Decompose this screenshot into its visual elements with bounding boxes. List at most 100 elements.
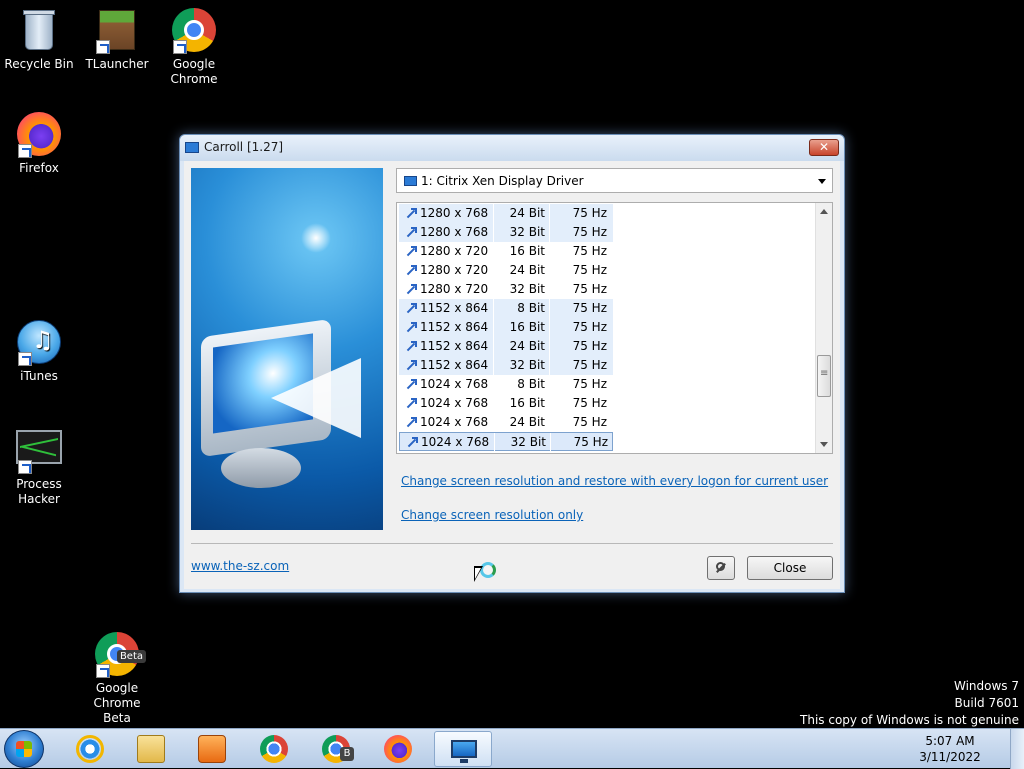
chrome-icon xyxy=(171,8,217,54)
scroll-up-arrow-icon[interactable] xyxy=(820,209,828,214)
desktop-icon-label: Recycle Bin xyxy=(4,57,74,71)
resolution-row[interactable]: 1280 x 720 24 Bit 75 Hz xyxy=(399,261,613,280)
resolution-row[interactable]: 1152 x 864 8 Bit 75 Hz xyxy=(399,299,613,318)
resolution-cell: 1152 x 864 xyxy=(420,339,489,353)
taskbar-media-player[interactable] xyxy=(184,731,240,767)
resize-arrow-icon xyxy=(405,322,417,333)
taskbar: B 5:07 AM 3/11/2022 xyxy=(0,728,1024,769)
bit-depth-cell: 32 Bit xyxy=(510,435,546,449)
desktop-icon-firefox[interactable]: Firefox xyxy=(0,112,78,176)
start-button[interactable] xyxy=(4,730,44,768)
clock-date: 3/11/2022 xyxy=(919,750,981,764)
bit-depth-cell: 24 Bit xyxy=(509,206,545,220)
refresh-rate-cell: 75 Hz xyxy=(572,320,607,334)
chevron-down-icon xyxy=(818,179,826,184)
carroll-window: Carroll [1.27] ✕ 1: Citrix Xen Display D… xyxy=(179,134,845,593)
resolution-row[interactable]: 1024 x 768 16 Bit 75 Hz xyxy=(399,394,613,413)
desktop-icon-recycle-bin[interactable]: Recycle Bin xyxy=(0,8,78,72)
bit-depth-cell: 24 Bit xyxy=(509,263,545,277)
resize-arrow-icon xyxy=(405,284,417,295)
refresh-rate-cell: 75 Hz xyxy=(572,263,607,277)
desktop-icon-google-chrome-beta[interactable]: Beta Google Chrome Beta xyxy=(78,632,156,726)
watermark-line1: Windows 7 xyxy=(953,679,1019,693)
resolution-cell: 1280 x 720 xyxy=(420,263,489,277)
taskbar-internet-explorer[interactable] xyxy=(62,731,118,767)
resolution-row[interactable]: 1024 x 768 32 Bit 75 Hz xyxy=(399,432,613,452)
display-select[interactable]: 1: Citrix Xen Display Driver xyxy=(396,168,833,193)
bit-depth-cell: 16 Bit xyxy=(509,244,545,258)
resolution-row[interactable]: 1152 x 864 24 Bit 75 Hz xyxy=(399,337,613,356)
refresh-rate-cell: 75 Hz xyxy=(572,377,607,391)
change-resolution-restore-link[interactable]: Change screen resolution and restore wit… xyxy=(401,474,828,488)
desktop-icon-label: iTunes xyxy=(20,369,58,383)
desktop-icon-label: TLauncher xyxy=(85,57,149,71)
watermark-line3: This copy of Windows is not genuine xyxy=(800,713,1019,727)
refresh-rate-cell: 75 Hz xyxy=(573,435,608,449)
resolution-row[interactable]: 1280 x 720 32 Bit 75 Hz xyxy=(399,280,613,299)
resize-arrow-icon xyxy=(405,303,417,314)
taskbar-google-chrome[interactable] xyxy=(246,731,302,767)
resolution-cell: 1024 x 768 xyxy=(420,396,489,410)
desktop-icon-itunes[interactable]: ♫ iTunes xyxy=(0,320,78,384)
refresh-rate-cell: 75 Hz xyxy=(572,301,607,315)
resolution-row[interactable]: 1280 x 768 24 Bit 75 Hz xyxy=(399,204,613,223)
tlauncher-icon xyxy=(94,8,140,54)
mouse-pointer-icon xyxy=(474,566,486,584)
desktop-icon-process-hacker[interactable]: Process Hacker xyxy=(0,428,78,507)
resolution-row[interactable]: 1024 x 768 24 Bit 75 Hz xyxy=(399,413,613,432)
resize-arrow-icon xyxy=(405,379,417,390)
resolution-row[interactable]: 1280 x 720 16 Bit 75 Hz xyxy=(399,242,613,261)
resize-arrow-icon xyxy=(405,265,417,276)
desktop-icon-google-chrome[interactable]: Google Chrome xyxy=(155,8,233,87)
taskbar-google-chrome-beta[interactable]: B xyxy=(308,731,364,767)
scroll-down-arrow-icon[interactable] xyxy=(820,442,828,447)
resize-arrow-icon xyxy=(405,227,417,238)
resolution-cell: 1024 x 768 xyxy=(421,435,490,449)
resolution-row[interactable]: 1280 x 768 32 Bit 75 Hz xyxy=(399,223,613,242)
window-close-button[interactable]: ✕ xyxy=(809,139,839,156)
close-button[interactable]: Close xyxy=(747,556,833,580)
taskbar-carroll[interactable] xyxy=(434,731,492,767)
taskbar-windows-explorer[interactable] xyxy=(123,731,179,767)
recycle-bin-icon xyxy=(16,8,62,54)
beta-badge: Beta xyxy=(116,650,146,663)
resolution-row[interactable]: 1152 x 864 16 Bit 75 Hz xyxy=(399,318,613,337)
desktop-icon-label: Google Chrome Beta xyxy=(93,681,141,725)
resize-arrow-icon xyxy=(405,398,417,409)
refresh-rate-cell: 75 Hz xyxy=(572,225,607,239)
bit-depth-cell: 32 Bit xyxy=(509,225,545,239)
scroll-thumb[interactable] xyxy=(817,355,831,397)
desktop-icon-tlauncher[interactable]: TLauncher xyxy=(78,8,156,72)
title-bar[interactable]: Carroll [1.27] ✕ xyxy=(180,135,844,161)
beta-badge-small: B xyxy=(340,747,354,761)
divider xyxy=(191,543,833,544)
bit-depth-cell: 32 Bit xyxy=(509,282,545,296)
website-link[interactable]: www.the-sz.com xyxy=(191,559,289,573)
settings-button[interactable] xyxy=(707,556,735,580)
watermark-line2: Build 7601 xyxy=(954,696,1019,710)
resolution-list[interactable]: 1280 x 768 24 Bit 75 Hz 1280 x 768 32 Bit 75 … xyxy=(396,202,833,454)
refresh-rate-cell: 75 Hz xyxy=(572,396,607,410)
desktop: Recycle Bin TLauncher Google Chrome Fire… xyxy=(0,0,1024,728)
chrome-icon xyxy=(260,735,288,763)
show-desktop-button[interactable] xyxy=(1010,729,1024,769)
monitor-icon xyxy=(451,740,477,758)
refresh-rate-cell: 75 Hz xyxy=(572,358,607,372)
monitor-icon xyxy=(404,176,417,186)
change-resolution-only-link[interactable]: Change screen resolution only xyxy=(401,508,583,522)
resolution-cell: 1280 x 720 xyxy=(420,282,489,296)
resolution-cell: 1280 x 768 xyxy=(420,206,489,220)
taskbar-firefox[interactable] xyxy=(370,731,426,767)
system-clock[interactable]: 5:07 AM 3/11/2022 xyxy=(910,733,990,765)
refresh-rate-cell: 75 Hz xyxy=(572,244,607,258)
resolution-row[interactable]: 1024 x 768 8 Bit 75 Hz xyxy=(399,375,613,394)
resize-arrow-icon xyxy=(405,208,417,219)
resize-arrow-icon xyxy=(405,341,417,352)
media-player-icon xyxy=(198,735,226,763)
refresh-rate-cell: 75 Hz xyxy=(572,206,607,220)
resolution-cell: 1152 x 864 xyxy=(420,358,489,372)
list-scrollbar[interactable] xyxy=(815,203,832,453)
resolution-cell: 1024 x 768 xyxy=(420,377,489,391)
bit-depth-cell: 16 Bit xyxy=(509,320,545,334)
resolution-row[interactable]: 1152 x 864 32 Bit 75 Hz xyxy=(399,356,613,375)
